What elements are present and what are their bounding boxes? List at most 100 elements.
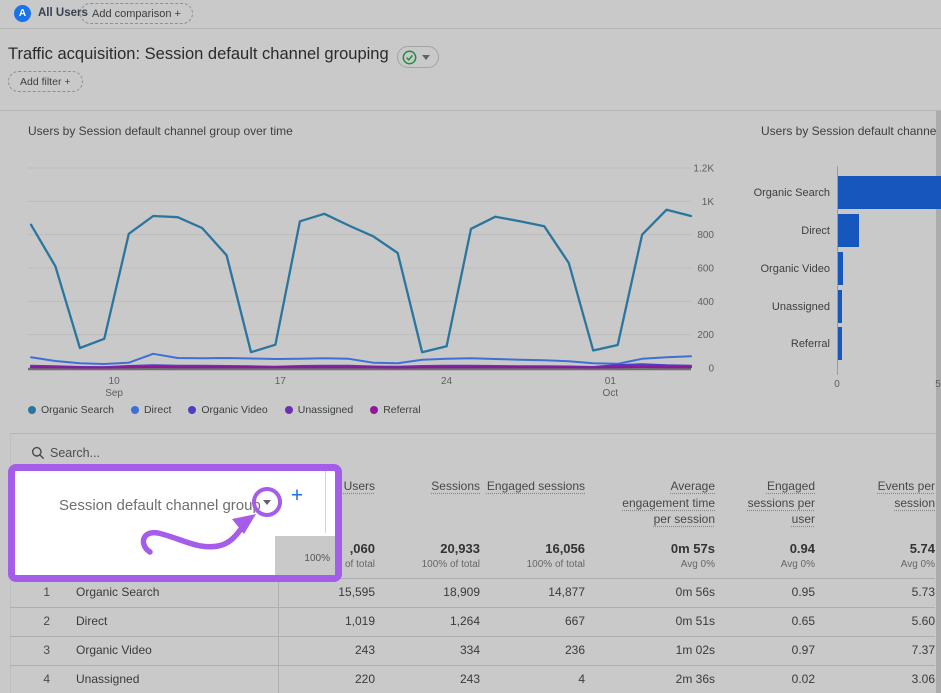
totals-value: 16,056 bbox=[480, 541, 585, 556]
legend-item-organic-search: Organic Search bbox=[28, 404, 114, 416]
search-input[interactable]: Search... bbox=[50, 446, 100, 460]
series-line-direct bbox=[31, 354, 691, 364]
line-chart: 02004006008001K1.2K10Sep172401Oct bbox=[28, 158, 718, 402]
column-header-engaged-sessions-per-user: Engaged sessions per user bbox=[715, 472, 815, 538]
row-dimension-cell: 1 Organic Search bbox=[10, 579, 278, 607]
totals-cell: 5.74 Avg 0% bbox=[815, 538, 935, 578]
table-body: 1Organic Search15,59518,90914,8770m 56s0… bbox=[10, 578, 935, 693]
page-title: Traffic acquisition: Session default cha… bbox=[8, 45, 389, 64]
column-header-label[interactable]: Events per session bbox=[863, 478, 935, 511]
row-rank: 2 bbox=[10, 608, 50, 635]
bar-x-axis-tick-label: 0 bbox=[830, 379, 844, 390]
legend-dot-referral bbox=[370, 406, 378, 414]
row-metric-value: 1,264 bbox=[375, 608, 480, 636]
row-metric-value: 0.95 bbox=[715, 579, 815, 607]
row-metric-value: 4 bbox=[480, 666, 585, 693]
totals-cell: 0m 57s Avg 0% bbox=[585, 538, 715, 578]
totals-value: 20,933 bbox=[375, 541, 480, 556]
totals-value: 5.74 bbox=[815, 541, 935, 556]
legend-dot-unassigned bbox=[285, 406, 293, 414]
report-status-dropdown[interactable] bbox=[397, 46, 439, 68]
column-header-label[interactable]: Average engagement time per session bbox=[620, 478, 715, 528]
series-line-referral bbox=[31, 367, 691, 368]
row-rank: 1 bbox=[10, 579, 50, 606]
column-header-label[interactable]: Engaged sessions bbox=[487, 478, 585, 495]
legend-item-referral: Referral bbox=[370, 404, 420, 416]
legend-dot-organic-search bbox=[28, 406, 36, 414]
table-row-unassigned: 4Unassigned22024342m 36s0.023.06 bbox=[10, 665, 935, 693]
bar-category-label-organic-video: Organic Video bbox=[700, 263, 830, 275]
bar-organic-search bbox=[838, 176, 941, 209]
totals-subtext: 100% of total bbox=[480, 559, 585, 571]
x-axis-tick-label: 17 bbox=[275, 376, 287, 387]
series-line-organic-search bbox=[31, 210, 691, 353]
row-metric-value: 1,019 bbox=[278, 608, 375, 636]
bar-category-label-unassigned: Unassigned bbox=[700, 301, 830, 313]
bar-chart-title: Users by Session default channel gro bbox=[761, 124, 941, 138]
row-metric-value: 5.73 bbox=[815, 579, 935, 607]
header-divider bbox=[0, 110, 941, 111]
totals-cell: 16,056 100% of total bbox=[480, 538, 585, 578]
row-rank: 3 bbox=[10, 637, 50, 664]
overlay-column-divider bbox=[325, 471, 326, 533]
all-users-avatar-icon[interactable]: A bbox=[14, 5, 31, 22]
legend-label: Organic Video bbox=[201, 404, 267, 416]
row-metric-value: 0m 51s bbox=[585, 608, 715, 636]
row-channel-label: Direct bbox=[76, 614, 107, 628]
row-dimension-cell: 3 Organic Video bbox=[10, 637, 278, 665]
legend-label: Unassigned bbox=[298, 404, 353, 416]
row-channel-label: Organic Video bbox=[76, 643, 152, 657]
column-header-average-engagement-time-per-session: Average engagement time per session bbox=[585, 472, 715, 538]
add-filter-button[interactable]: Add filter + bbox=[8, 71, 83, 92]
row-metric-value: 0.02 bbox=[715, 666, 815, 693]
line-chart-title: Users by Session default channel group o… bbox=[28, 124, 293, 138]
column-header-label[interactable]: Users bbox=[344, 478, 375, 495]
totals-value: 0m 57s bbox=[585, 541, 715, 556]
row-metric-value: 15,595 bbox=[278, 579, 375, 607]
add-comparison-button[interactable]: Add comparison + bbox=[80, 3, 193, 24]
x-axis-tick-sublabel: Oct bbox=[603, 388, 619, 399]
row-metric-value: 334 bbox=[375, 637, 480, 665]
check-circle-icon bbox=[402, 50, 417, 65]
add-secondary-dimension-button[interactable]: + bbox=[287, 481, 307, 511]
legend-item-organic-video: Organic Video bbox=[188, 404, 267, 416]
row-channel-label: Unassigned bbox=[76, 672, 139, 686]
x-axis-tick-label: 10 bbox=[109, 376, 121, 387]
column-header-label[interactable]: Engaged sessions per user bbox=[735, 478, 815, 528]
row-metric-value: 243 bbox=[278, 637, 375, 665]
x-axis-tick-label: 24 bbox=[441, 376, 453, 387]
bar-category-label-organic-search: Organic Search bbox=[700, 187, 830, 199]
legend-label: Direct bbox=[144, 404, 171, 416]
legend-label: Organic Search bbox=[41, 404, 114, 416]
totals-subtext: Avg 0% bbox=[585, 559, 715, 571]
legend-item-direct: Direct bbox=[131, 404, 171, 416]
search-icon bbox=[31, 446, 45, 460]
traffic-acquisition-report: A All Users Add comparison + Traffic acq… bbox=[0, 0, 941, 693]
row-metric-value: 7.37 bbox=[815, 637, 935, 665]
table-row-direct: 2Direct1,0191,2646670m 51s0.655.60 bbox=[10, 607, 935, 636]
row-metric-value: 3.06 bbox=[815, 666, 935, 693]
row-metric-value: 5.60 bbox=[815, 608, 935, 636]
column-header-engaged-sessions: Engaged sessions bbox=[480, 472, 585, 538]
column-header-events-per-session: Events per session bbox=[815, 472, 935, 538]
bar-referral bbox=[838, 327, 842, 360]
totals-subtext: Avg 0% bbox=[715, 559, 815, 571]
overlay-total-fragment: 100% bbox=[275, 536, 335, 575]
row-metric-value: 0.97 bbox=[715, 637, 815, 665]
totals-value: 0.94 bbox=[715, 541, 815, 556]
bar-organic-video bbox=[838, 252, 843, 285]
topbar-divider bbox=[0, 28, 941, 29]
bar-unassigned bbox=[838, 290, 842, 323]
row-channel-label: Organic Search bbox=[76, 585, 159, 599]
legend-label: Referral bbox=[383, 404, 420, 416]
row-metric-value: 18,909 bbox=[375, 579, 480, 607]
row-metric-value: 0m 56s bbox=[585, 579, 715, 607]
legend-dot-direct bbox=[131, 406, 139, 414]
totals-subtext: Avg 0% bbox=[815, 559, 935, 571]
bar-category-label-referral: Referral bbox=[700, 338, 830, 350]
bar-direct bbox=[838, 214, 859, 247]
row-dimension-cell: 4Unassigned bbox=[10, 666, 278, 693]
column-header-sessions: Sessions bbox=[375, 472, 480, 538]
column-header-label[interactable]: Sessions bbox=[431, 478, 480, 495]
row-metric-value: 236 bbox=[480, 637, 585, 665]
